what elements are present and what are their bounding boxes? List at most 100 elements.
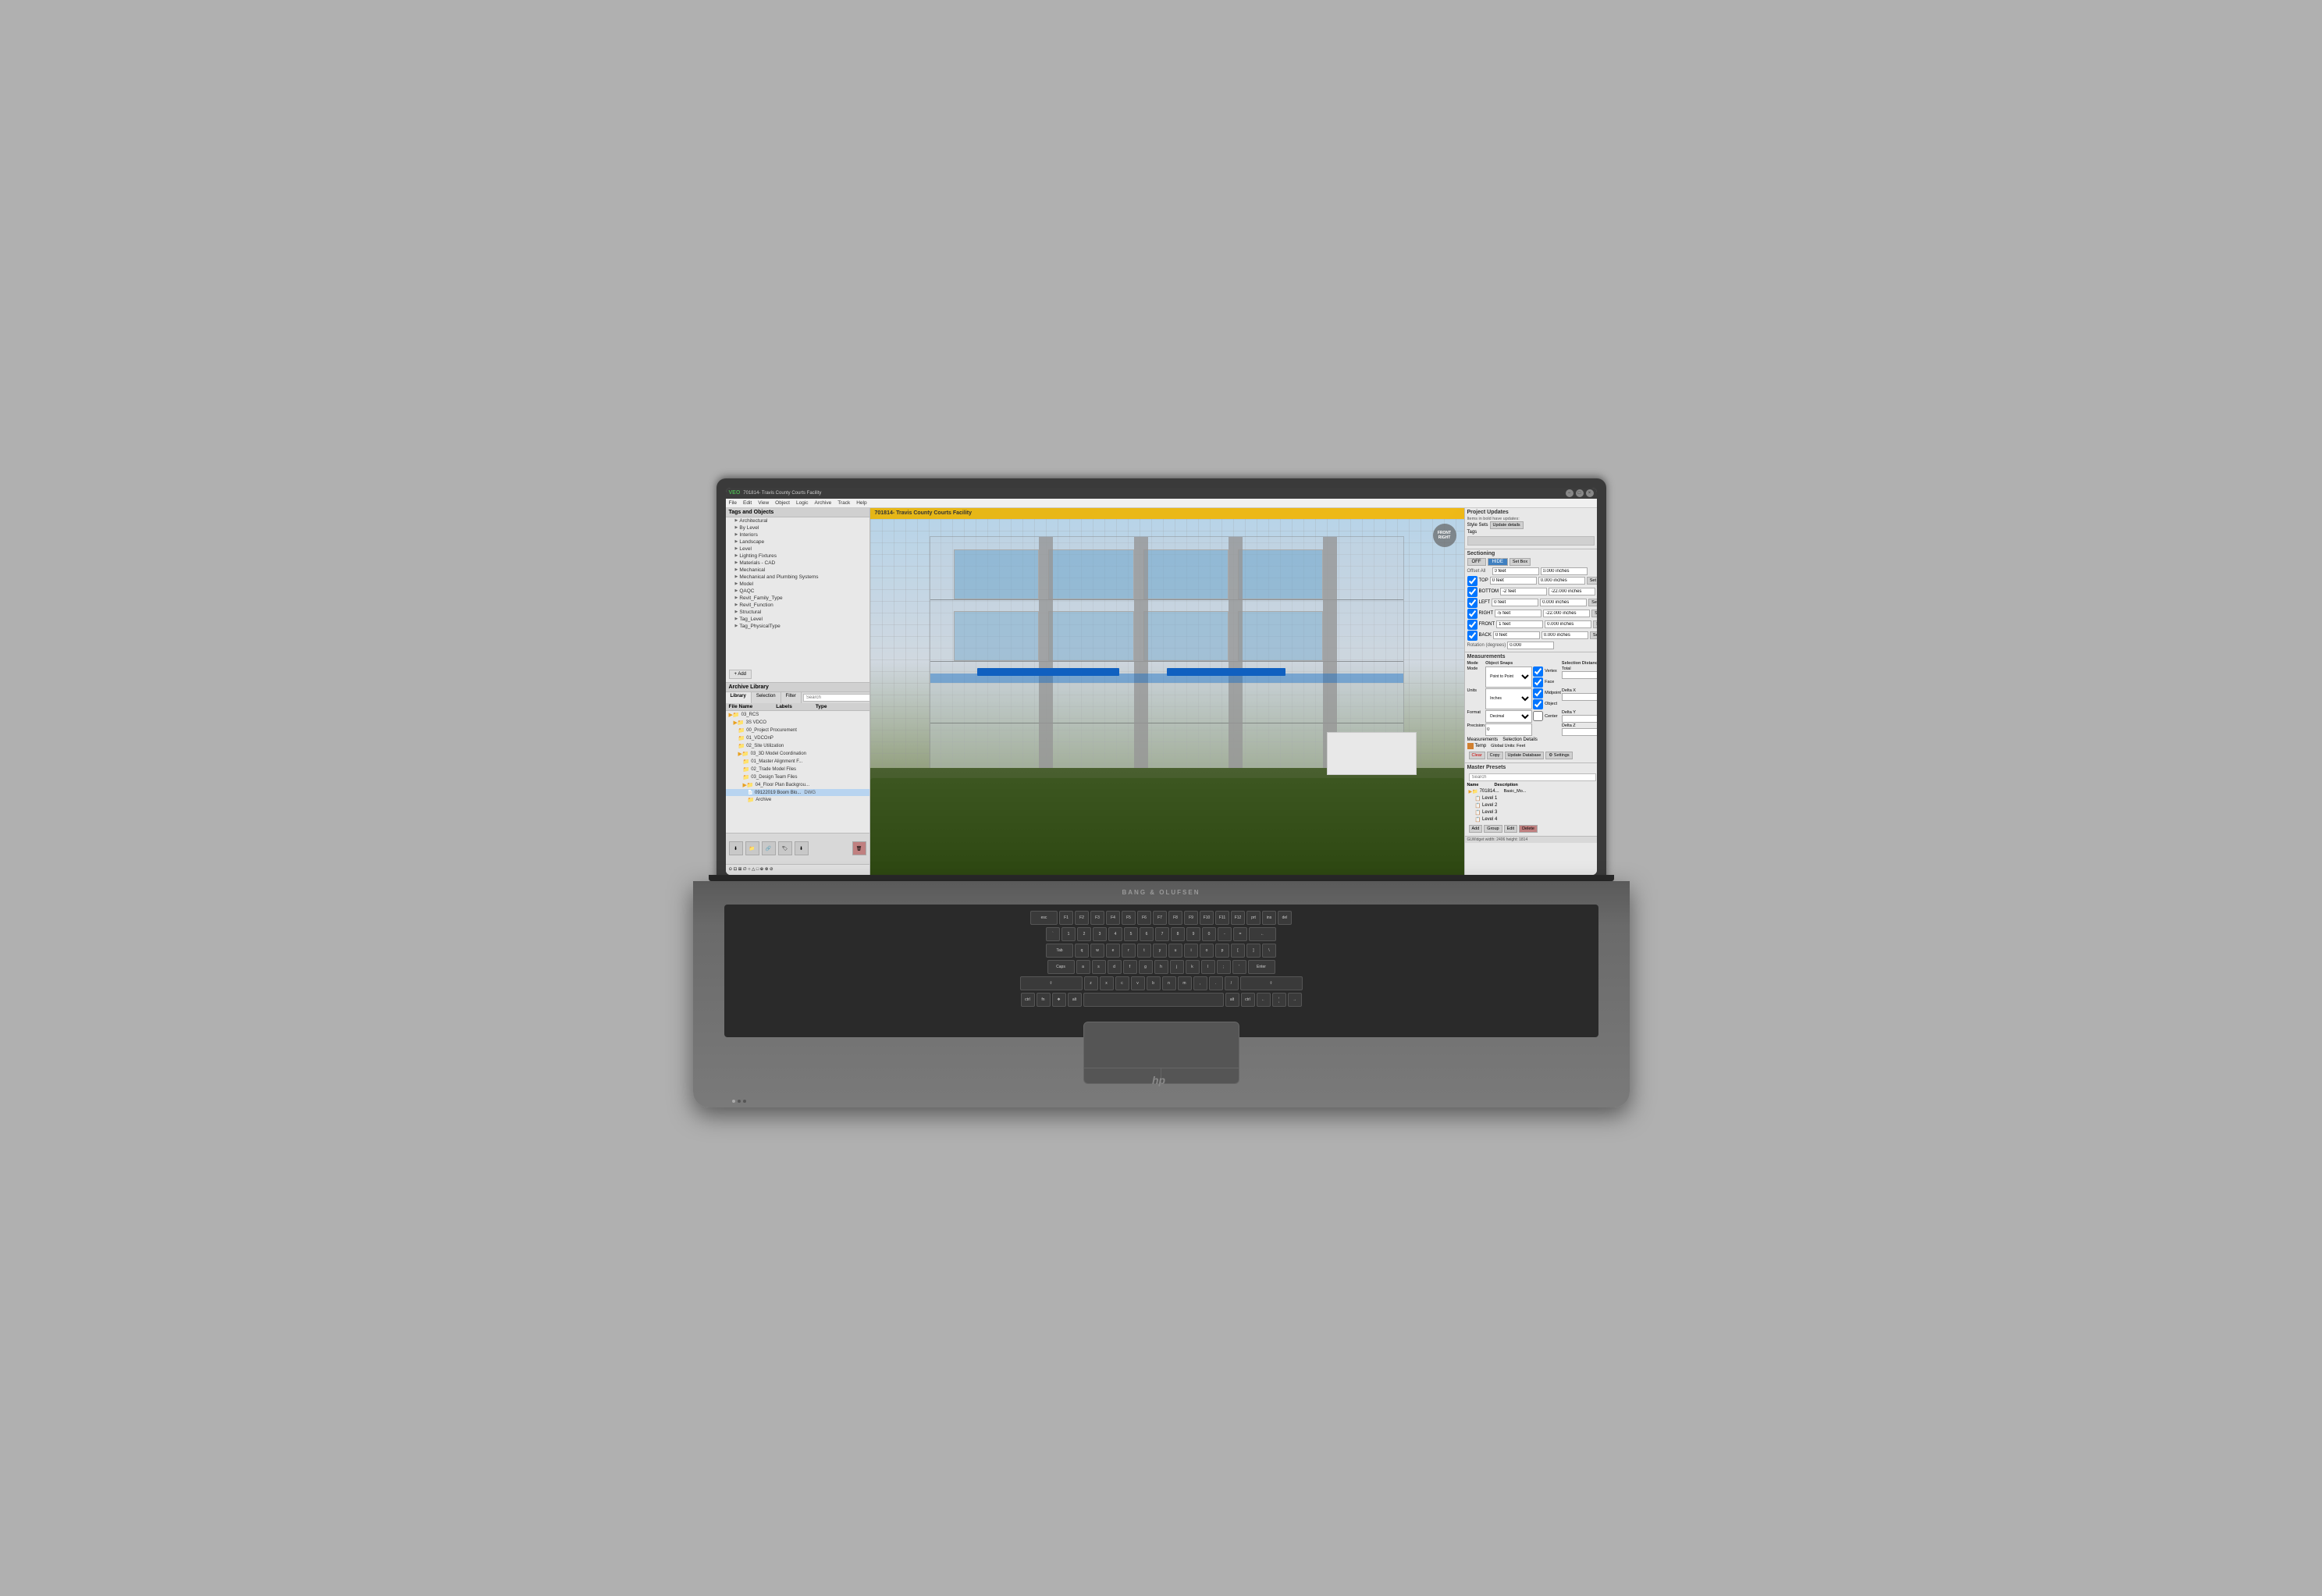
left-inches-input[interactable] — [1540, 599, 1587, 606]
offset-all-inches-input[interactable] — [1541, 567, 1588, 575]
key-9[interactable]: 9 — [1186, 927, 1200, 941]
key-f8[interactable]: F8 — [1168, 911, 1182, 925]
key-slash[interactable]: / — [1225, 976, 1239, 990]
front-checkbox[interactable] — [1467, 620, 1477, 630]
preset-item-level1[interactable]: 📋 Level 1 — [1467, 795, 1595, 802]
edit-button[interactable]: Edit — [1504, 825, 1517, 833]
key-f1[interactable]: F1 — [1059, 911, 1073, 925]
key-quote[interactable]: ' — [1232, 960, 1246, 974]
copy-button[interactable]: Copy — [1487, 752, 1503, 759]
key-t[interactable]: t — [1137, 944, 1151, 958]
key-y[interactable]: y — [1153, 944, 1167, 958]
set-left-button[interactable]: Set Left — [1588, 599, 1596, 606]
preset-item-level4[interactable]: 📋 Level 4 — [1467, 816, 1595, 823]
units-select[interactable]: Inches — [1485, 688, 1532, 709]
key-f10[interactable]: F10 — [1200, 911, 1214, 925]
mode-select[interactable]: Point to Point — [1485, 666, 1532, 688]
key-f7[interactable]: F7 — [1153, 911, 1167, 925]
tab-library[interactable]: Library — [726, 692, 752, 703]
key-period[interactable]: . — [1209, 976, 1223, 990]
back-inches-input[interactable] — [1541, 631, 1588, 639]
list-item[interactable]: 📁 03_Design Team Files — [726, 773, 869, 781]
key-backspace[interactable]: ← — [1249, 927, 1276, 941]
menu-file[interactable]: File — [729, 500, 737, 506]
key-f11[interactable]: F11 — [1215, 911, 1229, 925]
key-f2[interactable]: F2 — [1075, 911, 1089, 925]
minimize-button[interactable]: − — [1566, 489, 1573, 497]
group-button[interactable]: Group — [1484, 825, 1502, 833]
center-checkbox[interactable] — [1533, 711, 1543, 721]
tree-item-structural[interactable]: ▶ Structural — [726, 609, 869, 616]
key-ralt[interactable]: alt — [1225, 993, 1239, 1007]
key-f6[interactable]: F6 — [1137, 911, 1151, 925]
key-k[interactable]: k — [1186, 960, 1200, 974]
object-checkbox[interactable] — [1533, 699, 1543, 709]
list-item[interactable]: ▶📁 3S VDCO — [726, 719, 869, 727]
delete-button[interactable]: 🗑 — [852, 841, 866, 855]
total-input[interactable] — [1562, 671, 1597, 679]
tree-item-mechanical[interactable]: ▶ Mechanical — [726, 567, 869, 574]
bottom-offset-input[interactable] — [1500, 588, 1547, 595]
delta-y-input[interactable] — [1562, 715, 1597, 723]
tree-item-qaqc[interactable]: ▶ QAQC — [726, 588, 869, 595]
viewport[interactable]: 701814- Travis County Courts Facility — [870, 508, 1464, 875]
vertex-checkbox[interactable] — [1533, 666, 1543, 677]
menu-edit[interactable]: Edit — [743, 500, 752, 506]
off-button[interactable]: OFF — [1467, 558, 1486, 566]
key-right[interactable]: → — [1288, 993, 1302, 1007]
front-inches-input[interactable] — [1545, 620, 1591, 628]
delta-x-input[interactable] — [1562, 693, 1597, 701]
add-preset-button[interactable]: Add — [1469, 825, 1483, 833]
top-inches-input[interactable] — [1538, 577, 1585, 585]
key-o[interactable]: o — [1200, 944, 1214, 958]
format-select[interactable]: Decimal — [1485, 710, 1532, 723]
set-back-button[interactable]: Set Back — [1590, 631, 1597, 639]
touchpad-right-button[interactable] — [1161, 1068, 1239, 1083]
add-button[interactable]: + Add — [729, 670, 752, 679]
key-1[interactable]: 1 — [1061, 927, 1076, 941]
label-button[interactable]: 🏷 — [778, 841, 792, 855]
key-s[interactable]: s — [1092, 960, 1106, 974]
key-equals[interactable]: = — [1233, 927, 1247, 941]
list-item[interactable]: ▶📁 03_RCS — [726, 711, 869, 719]
key-5[interactable]: 5 — [1124, 927, 1138, 941]
delete-preset-button[interactable]: Delete — [1519, 825, 1538, 833]
list-item[interactable]: 📁 00_Project Procurement — [726, 727, 869, 734]
top-checkbox[interactable] — [1467, 576, 1477, 586]
list-item[interactable]: 📁 01_Master Alignment F... — [726, 758, 869, 766]
face-checkbox[interactable] — [1533, 677, 1543, 688]
download-button[interactable]: ⬇ — [795, 841, 809, 855]
menu-archive[interactable]: Archive — [815, 500, 832, 506]
tree-item-revit-function[interactable]: ▶ Revit_Function — [726, 602, 869, 609]
key-ctrl[interactable]: ctrl — [1021, 993, 1035, 1007]
left-checkbox[interactable] — [1467, 598, 1477, 608]
key-lshift[interactable]: ⇧ — [1020, 976, 1083, 990]
delta-z-input[interactable] — [1562, 728, 1597, 736]
tree-item-tag-physical[interactable]: ▶ Tag_PhysicalType — [726, 623, 869, 630]
set-top-button[interactable]: Set Top — [1587, 577, 1597, 585]
key-g[interactable]: g — [1139, 960, 1153, 974]
tree-item-architectural[interactable]: ▶ Architectural — [726, 517, 869, 524]
set-box-button[interactable]: Set Box — [1509, 558, 1531, 566]
preset-item-level3[interactable]: 📋 Level 3 — [1467, 809, 1595, 816]
key-x[interactable]: x — [1100, 976, 1114, 990]
key-v[interactable]: v — [1131, 976, 1145, 990]
key-comma[interactable]: , — [1193, 976, 1207, 990]
bottom-inches-input[interactable] — [1549, 588, 1595, 595]
key-prtsc[interactable]: prt — [1246, 911, 1261, 925]
key-r[interactable]: r — [1122, 944, 1136, 958]
update-details-button[interactable]: Update details — [1490, 521, 1524, 529]
key-c[interactable]: c — [1115, 976, 1129, 990]
list-item[interactable]: 📄 09122019 Boom Blo... DWG — [726, 789, 869, 796]
tree-item-lighting[interactable]: ▶ Lighting Fixtures — [726, 553, 869, 560]
top-offset-input[interactable] — [1490, 577, 1537, 585]
tab-filter[interactable]: Filter — [781, 692, 802, 703]
back-checkbox[interactable] — [1467, 631, 1477, 641]
key-p[interactable]: p — [1215, 944, 1229, 958]
key-d[interactable]: d — [1108, 960, 1122, 974]
key-4[interactable]: 4 — [1108, 927, 1122, 941]
list-item[interactable]: 📁 02_Site Utilization — [726, 742, 869, 750]
key-m[interactable]: m — [1178, 976, 1192, 990]
key-fn[interactable]: fn — [1037, 993, 1051, 1007]
key-e[interactable]: e — [1106, 944, 1120, 958]
